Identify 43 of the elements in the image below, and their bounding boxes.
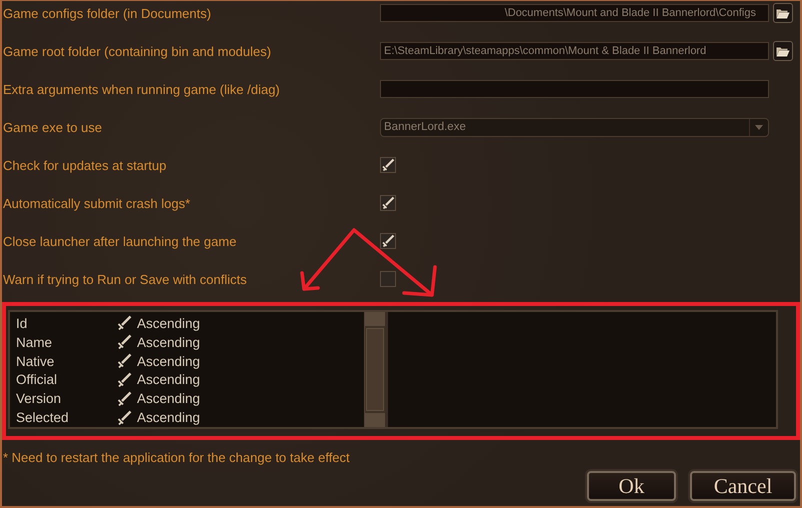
setting-label: Check for updates at startup bbox=[2, 158, 168, 172]
setting-label: Automatically submit crash logs* bbox=[2, 196, 192, 210]
sort-order: Ascending bbox=[137, 334, 200, 350]
column-name: Native bbox=[16, 354, 56, 369]
column-name: Official bbox=[16, 372, 58, 388]
setting-label: Warn if trying to Run or Save with conflicts bbox=[2, 272, 248, 286]
path-field[interactable]: E:\SteamLibrary\steamapps\common\Mount & Blade II Bannerlord bbox=[380, 42, 769, 60]
checkbox[interactable] bbox=[380, 233, 396, 249]
sort-order: Ascending bbox=[137, 354, 200, 369]
setting-label: Game exe to use bbox=[2, 120, 103, 134]
sword-icon[interactable] bbox=[116, 353, 132, 370]
sort-order: Ascending bbox=[137, 391, 200, 406]
column-name: Id bbox=[16, 316, 28, 331]
checkbox[interactable] bbox=[380, 157, 396, 173]
checkbox[interactable] bbox=[380, 271, 396, 287]
sword-icon[interactable] bbox=[116, 390, 132, 407]
folder-icon bbox=[776, 46, 790, 56]
caret-icon bbox=[755, 124, 763, 130]
folder-icon bbox=[776, 8, 790, 18]
browse-button[interactable] bbox=[773, 3, 793, 23]
sort-order: Ascending bbox=[137, 372, 200, 388]
column-name: Version bbox=[16, 391, 62, 406]
column-name: Name bbox=[16, 334, 54, 350]
setting-label: Game configs folder (in Documents) bbox=[2, 6, 212, 20]
column-name: Selected bbox=[16, 410, 70, 426]
sword-icon[interactable] bbox=[116, 372, 132, 388]
dialog-button[interactable]: Ok bbox=[587, 471, 676, 501]
footnote: * Need to restart the application for the change to take effect bbox=[2, 450, 351, 465]
dialog-button[interactable]: Cancel bbox=[690, 471, 796, 501]
sort-order: Ascending bbox=[137, 316, 200, 331]
browse-button[interactable] bbox=[773, 41, 793, 61]
exe-dropdown[interactable]: BannerLord.exe bbox=[380, 118, 769, 136]
sort-order: Ascending bbox=[137, 410, 200, 426]
sword-icon[interactable] bbox=[116, 334, 132, 350]
setting-label: Game root folder (containing bin and modules) bbox=[2, 44, 272, 58]
setting-label: Extra arguments when running game (like /diag) bbox=[2, 82, 281, 96]
scrollbar[interactable] bbox=[364, 312, 385, 427]
input-field[interactable] bbox=[380, 80, 769, 98]
sword-icon[interactable] bbox=[116, 315, 132, 332]
setting-label: Close launcher after launching the game bbox=[2, 234, 238, 248]
path-field[interactable]: \Documents\Mount and Blade II Bannerlord\Configs bbox=[380, 4, 769, 22]
sword-icon[interactable] bbox=[116, 410, 132, 426]
checkbox[interactable] bbox=[380, 195, 396, 211]
